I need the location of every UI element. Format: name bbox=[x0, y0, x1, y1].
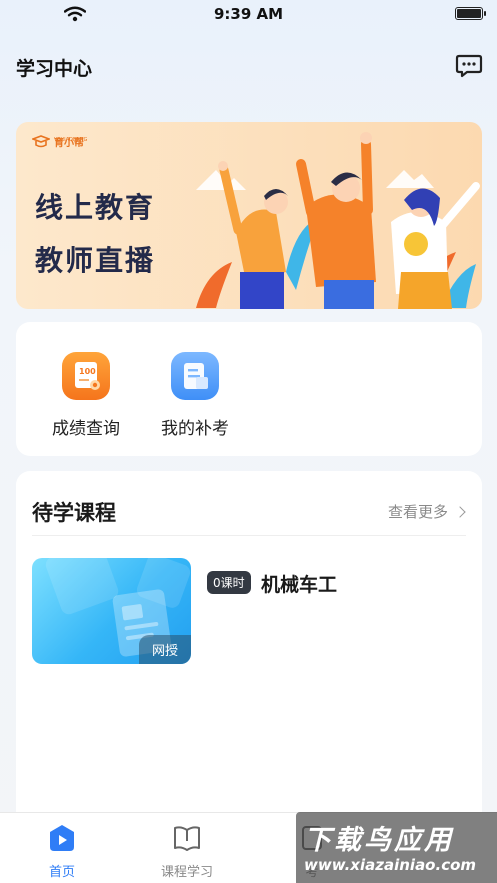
divider bbox=[32, 535, 466, 536]
score-report-icon: 100 bbox=[62, 352, 110, 400]
banner-subheadline: 教师直播 bbox=[35, 244, 156, 277]
course-type-badge: 网授 bbox=[138, 635, 191, 664]
book-icon bbox=[174, 826, 200, 851]
svg-text:100: 100 bbox=[79, 367, 96, 376]
tab-course-study[interactable]: 课程学习 bbox=[142, 823, 232, 880]
tab-course-study-label: 课程学习 bbox=[160, 865, 213, 880]
cap-icon bbox=[32, 134, 50, 147]
status-bar: 9:39 AM bbox=[0, 0, 497, 30]
course-thumbnail[interactable]: 网授 bbox=[32, 558, 191, 664]
celebrating-people-illustration bbox=[196, 132, 480, 309]
course-title[interactable]: 机械车工 bbox=[261, 570, 337, 597]
page-title: 学习中心 bbox=[16, 58, 93, 80]
quick-actions-card: 100 成绩查询 我的补考 bbox=[16, 322, 482, 456]
promo-banner[interactable]: 育小帮 YUXIAOBANG 线上教育 教师直播 bbox=[16, 122, 482, 309]
lesson-count-badge: 0课时 bbox=[207, 571, 251, 594]
watermark-url: www.xiazainiao.com bbox=[304, 856, 477, 874]
makeup-exam-icon bbox=[171, 352, 219, 400]
banner-headline: 线上教育 bbox=[35, 191, 156, 224]
tab-home[interactable]: 首页 bbox=[17, 823, 107, 880]
score-query-button[interactable]: 100 成绩查询 bbox=[36, 352, 136, 439]
status-time: 9:39 AM bbox=[213, 5, 284, 23]
section-title: 待学课程 bbox=[32, 501, 116, 525]
see-more-link[interactable]: 查看更多 bbox=[387, 501, 466, 522]
chevron-right-icon bbox=[454, 505, 466, 518]
tab-home-label: 首页 bbox=[48, 865, 75, 880]
brand-subtext: YUXIAOBANG bbox=[54, 137, 88, 143]
score-query-label: 成绩查询 bbox=[52, 419, 120, 439]
watermark-title: 下载鸟应用 bbox=[304, 825, 454, 856]
see-more-label: 查看更多 bbox=[387, 503, 448, 521]
watermark: 下载鸟应用 www.xiazainiao.com bbox=[296, 812, 497, 883]
home-play-icon bbox=[50, 825, 74, 851]
pending-courses-card: 待学课程 查看更多 网授 0课时 机械车工 bbox=[16, 471, 482, 831]
makeup-exam-label: 我的补考 bbox=[161, 419, 229, 439]
message-icon[interactable] bbox=[455, 52, 483, 80]
makeup-exam-button[interactable]: 我的补考 bbox=[145, 352, 245, 439]
battery-icon bbox=[455, 7, 486, 20]
